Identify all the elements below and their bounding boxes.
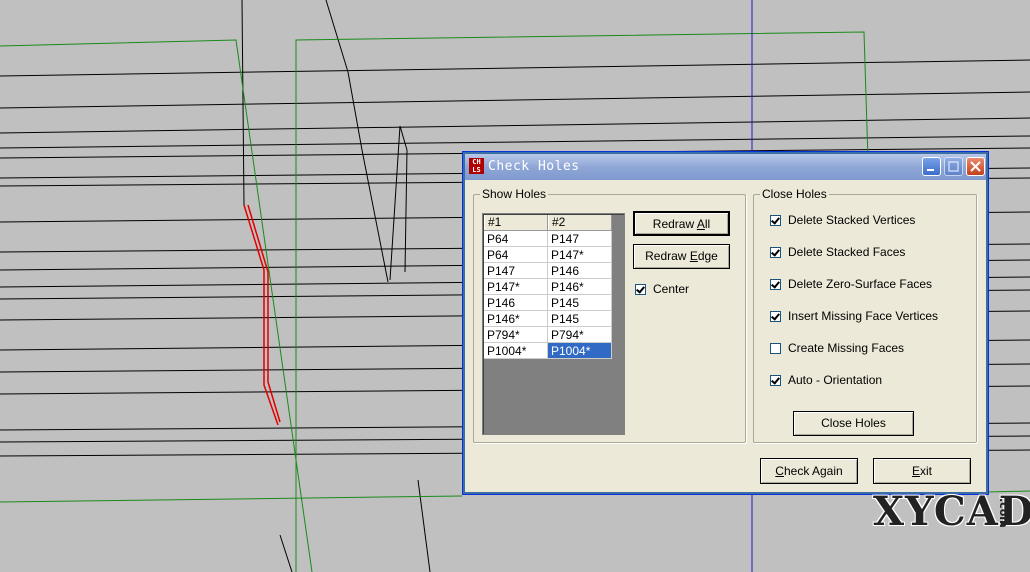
table-row[interactable]: P147 P146 — [484, 263, 612, 279]
option-label: Create Missing Faces — [788, 341, 905, 355]
insert-missing-face-vertices-checkbox[interactable]: Insert Missing Face Vertices — [770, 309, 938, 323]
check-box[interactable] — [770, 278, 781, 290]
maximize-icon — [948, 161, 959, 172]
close-icon — [970, 161, 981, 172]
cell-col2: P146* — [548, 279, 612, 295]
table-row[interactable]: P146 P145 — [484, 295, 612, 311]
cell-col1: P64 — [484, 231, 548, 247]
delete-zero-surface-faces-checkbox[interactable]: Delete Zero-Surface Faces — [770, 277, 932, 291]
option-label: Delete Zero-Surface Faces — [788, 277, 933, 291]
cell-col2: P146 — [548, 263, 612, 279]
table-row[interactable]: P64 P147 — [484, 231, 612, 247]
dialog-title: Check Holes — [488, 159, 580, 174]
cell-col2: P147* — [548, 247, 612, 263]
center-check-box[interactable] — [635, 283, 646, 295]
table-row[interactable]: P147* P146* — [484, 279, 612, 295]
xycad-logo-suffix: .com — [997, 498, 1010, 528]
option-label: Delete Stacked Vertices — [788, 213, 916, 227]
check-again-label: heck Again — [783, 464, 843, 478]
table-row[interactable]: P794* P794* — [484, 327, 612, 343]
close-holes-label: Close Holes — [760, 187, 829, 201]
exit-button[interactable]: Exit — [873, 458, 971, 484]
holes-list-content: #1 #2 P64 P147 P64 P147* P147 P146 P147* P14… — [484, 215, 612, 359]
delete-stacked-faces-checkbox[interactable]: Delete Stacked Faces — [770, 245, 905, 259]
redraw-edge-hotkey: E — [689, 249, 698, 263]
check-box[interactable] — [770, 374, 781, 386]
cell-col1: P146* — [484, 311, 548, 327]
show-holes-group: Show Holes #1 #2 P64 P147 P64 P147* P147 P1… — [473, 187, 746, 443]
option-label: Delete Stacked Faces — [788, 245, 906, 259]
redraw-edge-label-post: dge — [697, 249, 718, 263]
holes-list[interactable]: #1 #2 P64 P147 P64 P147* P147 P146 P147* P14… — [482, 213, 625, 435]
create-missing-faces-checkbox[interactable]: Create Missing Faces — [770, 341, 904, 355]
delete-stacked-vertices-checkbox[interactable]: Delete Stacked Vertices — [770, 213, 915, 227]
option-label: Auto - Orientation — [788, 373, 883, 387]
cell-col1: P147* — [484, 279, 548, 295]
close-holes-group: Close Holes Delete Stacked Vertices Dele… — [753, 187, 977, 443]
table-row[interactable]: P1004* P1004* — [484, 343, 612, 359]
cell-col1: P146 — [484, 295, 548, 311]
cell-col2: P145 — [548, 311, 612, 327]
check-holes-dialog: CH LS Check Holes Show Holes #1 #2 P64 P14… — [462, 151, 989, 495]
check-again-hotkey: C — [775, 464, 784, 478]
cell-col2: P145 — [548, 295, 612, 311]
cell-col1: P147 — [484, 263, 548, 279]
auto-orientation-checkbox[interactable]: Auto - Orientation — [770, 373, 882, 387]
center-label: Center — [653, 282, 690, 296]
app-icon: CH LS — [469, 158, 484, 174]
title-bar[interactable]: CH LS Check Holes — [465, 154, 986, 180]
selected-cell: P1004* — [548, 343, 612, 359]
option-label: Insert Missing Face Vertices — [788, 309, 939, 323]
redraw-all-label-post: ll — [704, 217, 711, 231]
column-header-1[interactable]: #1 — [484, 215, 548, 230]
minimize-button[interactable] — [922, 157, 941, 176]
redraw-all-button[interactable]: Redraw All — [633, 211, 730, 236]
close-holes-button[interactable]: Close Holes — [793, 411, 914, 436]
redraw-all-label-pre: Redraw — [652, 217, 697, 231]
cell-col2: P147 — [548, 231, 612, 247]
table-row[interactable]: P146* P145 — [484, 311, 612, 327]
cell-col1: P64 — [484, 247, 548, 263]
center-checkbox[interactable]: Center — [635, 282, 689, 296]
redraw-all-hotkey: A — [696, 217, 705, 231]
check-box[interactable] — [770, 342, 781, 354]
holes-list-header: #1 #2 — [484, 215, 612, 231]
check-box[interactable] — [770, 246, 781, 258]
minimize-icon — [927, 169, 934, 171]
redraw-edge-button[interactable]: Redraw Edge — [633, 244, 730, 269]
table-row[interactable]: P64 P147* — [484, 247, 612, 263]
maximize-button[interactable] — [944, 157, 963, 176]
redraw-edge-label-pre: Redraw — [645, 249, 690, 263]
exit-label: xit — [920, 464, 932, 478]
check-again-button[interactable]: Check Again — [760, 458, 858, 484]
check-box[interactable] — [770, 214, 781, 226]
exit-hotkey: E — [911, 464, 920, 478]
cell-col1: P1004* — [484, 343, 548, 359]
cell-col2: P794* — [548, 327, 612, 343]
show-holes-label: Show Holes — [480, 187, 549, 201]
check-box[interactable] — [770, 310, 781, 322]
cell-col1: P794* — [484, 327, 548, 343]
column-header-2[interactable]: #2 — [548, 215, 612, 230]
close-button[interactable] — [966, 157, 985, 176]
